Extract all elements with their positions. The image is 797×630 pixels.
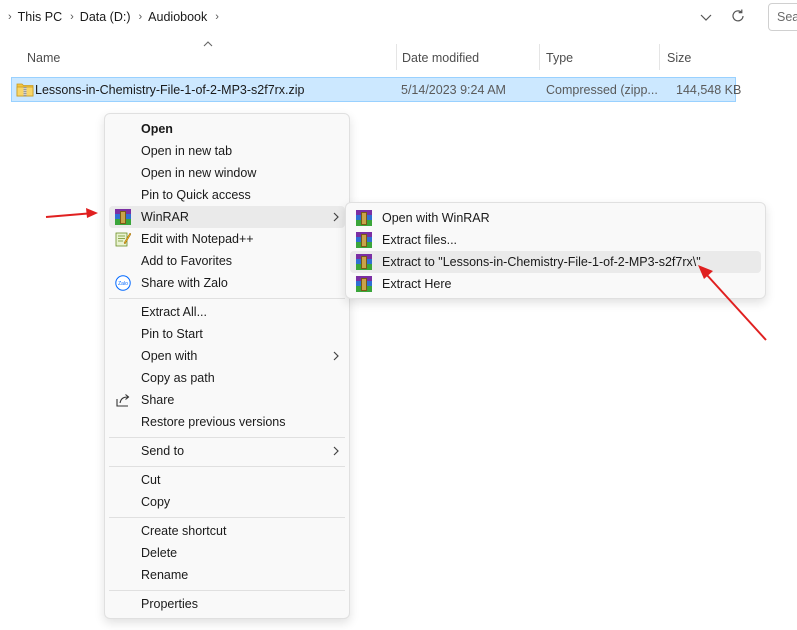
menu-separator [109, 437, 345, 438]
chevron-right-icon[interactable]: › [8, 11, 12, 23]
chevron-right-icon [333, 212, 339, 222]
column-header-date[interactable]: Date modified [402, 44, 532, 72]
menu-item-copy-path[interactable]: Copy as path [109, 367, 345, 389]
menu-item-share-zalo-label: Share with Zalo [141, 276, 228, 290]
refresh-icon[interactable] [729, 7, 747, 25]
submenu-item-extract-files[interactable]: Extract files... [350, 229, 761, 251]
file-date-modified: 5/14/2023 9:24 AM [401, 83, 506, 97]
menu-item-copy-path-label: Copy as path [141, 371, 215, 385]
menu-separator [109, 517, 345, 518]
menu-item-send-to[interactable]: Send to [109, 440, 345, 462]
menu-item-add-favorites[interactable]: Add to Favorites [109, 250, 345, 272]
menu-separator [109, 298, 345, 299]
menu-item-delete-label: Delete [141, 546, 178, 560]
menu-item-cut[interactable]: Cut [109, 469, 345, 491]
menu-item-share-zalo[interactable]: Zalo Share with Zalo [109, 272, 345, 294]
submenu-item-extract-to-folder-label: Extract to "Lessons-in-Chemistry-File-1-… [382, 255, 701, 269]
winrar-icon [115, 209, 131, 225]
menu-item-share-label: Share [141, 393, 175, 407]
breadcrumb-audiobook[interactable]: Audiobook [148, 10, 207, 24]
menu-item-open-new-tab[interactable]: Open in new tab [109, 140, 345, 162]
menu-item-winrar[interactable]: WinRAR [109, 206, 345, 228]
menu-item-send-to-label: Send to [141, 444, 185, 458]
menu-item-pin-start-label: Pin to Start [141, 327, 203, 341]
notepad-plus-plus-icon [115, 232, 131, 247]
context-menu: Open Open in new tab Open in new window … [104, 113, 350, 619]
winrar-icon [356, 210, 372, 226]
menu-item-restore-versions-label: Restore previous versions [141, 415, 286, 429]
submenu-item-open-with-winrar-label: Open with WinRAR [382, 211, 490, 225]
submenu-item-extract-files-label: Extract files... [382, 233, 458, 247]
winrar-icon [356, 232, 372, 248]
menu-item-winrar-label: WinRAR [141, 210, 189, 224]
column-divider[interactable] [659, 44, 660, 70]
column-divider[interactable] [396, 44, 397, 70]
annotation-arrow-right-icon [45, 208, 98, 218]
chevron-right-icon [333, 446, 339, 456]
column-header-type-label: Type [546, 51, 574, 65]
menu-item-restore-versions[interactable]: Restore previous versions [109, 411, 345, 433]
menu-item-open-with[interactable]: Open with [109, 345, 345, 367]
annotation-arrow-up-left-icon [698, 265, 767, 341]
menu-separator [109, 590, 345, 591]
chevron-down-icon[interactable] [698, 9, 714, 25]
column-header-date-label: Date modified [402, 51, 480, 65]
menu-item-open-with-label: Open with [141, 349, 198, 363]
menu-item-copy[interactable]: Copy [109, 491, 345, 513]
menu-separator [109, 466, 345, 467]
submenu-item-open-with-winrar[interactable]: Open with WinRAR [350, 207, 761, 229]
menu-item-pin-quick-access[interactable]: Pin to Quick access [109, 184, 345, 206]
address-bar: › This PC › Data (D:) › Audiobook › Sear… [0, 0, 797, 34]
menu-item-add-favorites-label: Add to Favorites [141, 254, 233, 268]
winrar-icon [356, 254, 372, 270]
column-header-type[interactable]: Type [546, 44, 651, 72]
menu-item-open-label: Open [141, 122, 173, 136]
menu-item-extract-all[interactable]: Extract All... [109, 301, 345, 323]
column-divider[interactable] [539, 44, 540, 70]
column-header-size-label: Size [667, 51, 692, 65]
menu-item-share[interactable]: Share [109, 389, 345, 411]
file-type: Compressed (zipp... [546, 83, 658, 97]
menu-item-pin-start[interactable]: Pin to Start [109, 323, 345, 345]
menu-item-edit-notepad[interactable]: Edit with Notepad++ [109, 228, 345, 250]
search-placeholder: Search [777, 10, 797, 24]
file-row-selected[interactable]: Lessons-in-Chemistry-File-1-of-2-MP3-s2f… [11, 77, 741, 102]
chevron-right-icon[interactable]: › [215, 11, 219, 23]
menu-item-rename-label: Rename [141, 568, 189, 582]
menu-item-cut-label: Cut [141, 473, 161, 487]
zalo-icon: Zalo [115, 275, 131, 291]
zip-folder-icon [16, 83, 34, 97]
menu-item-extract-all-label: Extract All... [141, 305, 207, 319]
menu-item-open-new-window[interactable]: Open in new window [109, 162, 345, 184]
column-header-size[interactable]: Size [667, 44, 727, 72]
submenu-item-extract-here-label: Extract Here [382, 277, 452, 291]
zalo-icon-text: Zalo [118, 281, 128, 287]
file-name: Lessons-in-Chemistry-File-1-of-2-MP3-s2f… [35, 83, 305, 97]
menu-item-delete[interactable]: Delete [109, 542, 345, 564]
menu-item-copy-label: Copy [141, 495, 171, 509]
breadcrumb[interactable]: › This PC › Data (D:) › Audiobook › [0, 2, 757, 32]
chevron-right-icon[interactable]: › [139, 11, 143, 23]
breadcrumb-data-d[interactable]: Data (D:) [80, 10, 131, 24]
share-icon [116, 394, 130, 407]
file-size: 144,548 KB [676, 83, 742, 97]
column-header-name-label: Name [27, 51, 61, 65]
menu-item-open-new-window-label: Open in new window [141, 166, 257, 180]
chevron-right-icon[interactable]: › [70, 11, 74, 23]
menu-item-properties-label: Properties [141, 597, 198, 611]
menu-item-create-shortcut-label: Create shortcut [141, 524, 227, 538]
menu-item-rename[interactable]: Rename [109, 564, 345, 586]
menu-item-edit-notepad-label: Edit with Notepad++ [141, 232, 254, 246]
menu-item-open[interactable]: Open [109, 118, 345, 140]
chevron-right-icon [333, 351, 339, 361]
menu-item-properties[interactable]: Properties [109, 593, 345, 615]
column-header-name[interactable]: Name [27, 44, 387, 72]
breadcrumb-this-pc[interactable]: This PC [18, 10, 62, 24]
menu-item-create-shortcut[interactable]: Create shortcut [109, 520, 345, 542]
menu-item-open-new-tab-label: Open in new tab [141, 144, 233, 158]
winrar-icon [356, 276, 372, 292]
search-input[interactable]: Search [768, 3, 797, 31]
menu-item-pin-quick-access-label: Pin to Quick access [141, 188, 251, 202]
